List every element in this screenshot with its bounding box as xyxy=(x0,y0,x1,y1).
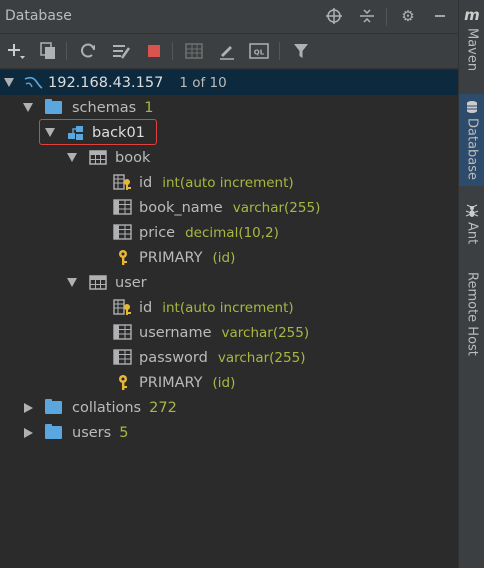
side-tab-label: Remote Host xyxy=(464,272,480,356)
table-icon xyxy=(89,275,107,290)
svg-text:QL: QL xyxy=(254,49,265,57)
header-separator xyxy=(386,8,387,26)
column-icon xyxy=(113,324,133,341)
tree-node-users[interactable]: users 5 xyxy=(24,420,128,445)
key-columns: (id) xyxy=(212,249,236,266)
schema-name: back01 xyxy=(92,124,145,141)
folder-icon xyxy=(45,424,62,439)
edit-icon[interactable] xyxy=(217,41,237,61)
side-tab-remote-host[interactable]: Remote Host xyxy=(459,272,484,356)
tree-node-column[interactable]: password varchar(255) xyxy=(113,345,305,370)
stop-icon[interactable] xyxy=(144,41,164,61)
tool-window-header: Database ⚙ xyxy=(0,0,458,34)
column-name: book_name xyxy=(139,199,223,216)
tree-node-table-book[interactable]: book xyxy=(67,145,150,170)
datasource-icon xyxy=(23,75,43,91)
users-label: users xyxy=(72,424,112,441)
toolbar-separator xyxy=(172,42,173,60)
refresh-icon[interactable] xyxy=(78,41,98,61)
gear-icon[interactable]: ⚙ xyxy=(398,6,418,26)
expand-arrow-icon[interactable] xyxy=(4,78,14,87)
collapse-all-icon[interactable] xyxy=(357,6,377,26)
maven-icon: m xyxy=(464,6,480,24)
side-tab-maven[interactable]: m Maven xyxy=(459,6,484,71)
table-name: book xyxy=(115,149,151,166)
tree-node-key[interactable]: PRIMARY (id) xyxy=(113,245,235,270)
schema-icon xyxy=(67,125,85,141)
database-icon xyxy=(466,100,478,114)
column-icon xyxy=(113,199,133,216)
minimize-icon[interactable] xyxy=(430,6,450,26)
side-tab-database[interactable]: Database xyxy=(459,94,484,186)
key-name: PRIMARY xyxy=(139,249,203,266)
tree-node-table-user[interactable]: user xyxy=(67,270,147,295)
folder-icon xyxy=(45,99,62,114)
copy-icon[interactable] xyxy=(38,41,58,61)
column-name: username xyxy=(139,324,212,341)
column-type: varchar(255) xyxy=(217,349,306,366)
tree-node-schemas[interactable]: schemas 1 xyxy=(23,95,153,120)
column-name: price xyxy=(139,224,176,241)
column-type: decimal(10,2) xyxy=(185,224,279,241)
column-type: int(auto increment) xyxy=(162,299,294,316)
query-console-icon[interactable]: QL xyxy=(249,41,269,61)
expand-arrow-icon[interactable] xyxy=(67,153,77,162)
schema-sync-icon[interactable] xyxy=(111,41,131,61)
primary-key-column-icon xyxy=(113,299,133,316)
tree-node-column[interactable]: price decimal(10,2) xyxy=(113,220,279,245)
primary-key-column-icon xyxy=(113,174,133,191)
table-name: user xyxy=(115,274,147,291)
expand-arrow-icon[interactable] xyxy=(67,278,77,287)
collapse-arrow-icon[interactable] xyxy=(24,402,33,413)
side-tab-ant[interactable]: Ant xyxy=(459,204,484,244)
key-icon xyxy=(113,249,133,266)
table-icon[interactable] xyxy=(184,41,204,61)
side-tab-label: Database xyxy=(464,118,480,181)
connection-count: 1 of 10 xyxy=(179,74,227,91)
scroll-from-source-icon[interactable] xyxy=(324,6,344,26)
folder-icon xyxy=(45,399,62,414)
tree-node-key[interactable]: PRIMARY (id) xyxy=(113,370,235,395)
database-toolbar: QL xyxy=(0,34,458,69)
key-name: PRIMARY xyxy=(139,374,203,391)
tree-node-schema-back01[interactable]: back01 xyxy=(45,120,145,145)
column-name: id xyxy=(139,299,153,316)
users-count: 5 xyxy=(119,424,129,441)
key-icon xyxy=(113,374,133,391)
database-tool-window: Database ⚙ QL 192.168.43.157 1 of 10 sch… xyxy=(0,0,458,568)
tree-node-column[interactable]: id int(auto increment) xyxy=(113,295,294,320)
tree-node-column[interactable]: book_name varchar(255) xyxy=(113,195,320,220)
tree-node-connection[interactable]: 192.168.43.157 1 of 10 xyxy=(4,70,227,95)
side-tab-label: Maven xyxy=(464,28,480,72)
expand-arrow-icon[interactable] xyxy=(45,128,55,137)
tool-window-title: Database xyxy=(5,8,72,24)
column-type: varchar(255) xyxy=(221,324,310,341)
connection-host: 192.168.43.157 xyxy=(48,74,164,91)
collapse-arrow-icon[interactable] xyxy=(24,427,33,438)
table-icon xyxy=(89,150,107,165)
tree-node-collations[interactable]: collations 272 xyxy=(24,395,177,420)
filter-icon[interactable] xyxy=(291,41,311,61)
column-icon xyxy=(113,349,133,366)
column-name: id xyxy=(139,174,153,191)
ant-icon xyxy=(465,204,479,218)
side-tab-label: Ant xyxy=(464,222,480,245)
toolbar-separator xyxy=(279,42,280,60)
add-icon[interactable] xyxy=(6,41,26,61)
column-icon xyxy=(113,224,133,241)
column-type: varchar(255) xyxy=(232,199,321,216)
column-type: int(auto increment) xyxy=(162,174,294,191)
schemas-label: schemas xyxy=(72,99,137,116)
tree-node-column[interactable]: username varchar(255) xyxy=(113,320,309,345)
schemas-count: 1 xyxy=(144,99,154,116)
tree-node-column[interactable]: id int(auto increment) xyxy=(113,170,294,195)
key-columns: (id) xyxy=(212,374,236,391)
collations-count: 272 xyxy=(149,399,177,416)
expand-arrow-icon[interactable] xyxy=(23,103,33,112)
collations-label: collations xyxy=(72,399,142,416)
toolbar-separator xyxy=(66,42,67,60)
right-tool-strip: m Maven Database Ant Remote Host xyxy=(458,0,484,568)
column-name: password xyxy=(139,349,208,366)
